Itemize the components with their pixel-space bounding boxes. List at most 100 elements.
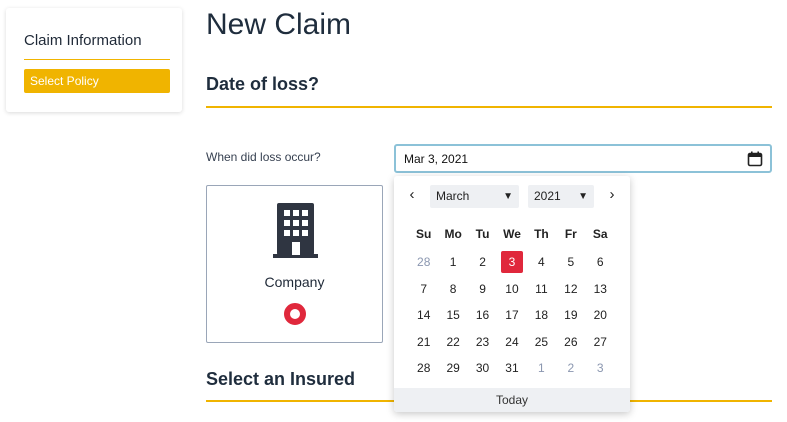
calendar-week-row: 7 8 9 10 11 12 13 [409, 276, 615, 303]
calendar-day-number: 3 [500, 251, 523, 273]
calendar-day[interactable]: 1 [527, 355, 556, 382]
weekday-label: Mo [444, 227, 462, 241]
calendar-week-row: 28 1 2 3 4 5 6 [409, 249, 615, 276]
weekday-label: Su [416, 227, 432, 241]
next-month-icon[interactable]: › [604, 187, 620, 203]
calendar-day-number: 20 [593, 308, 607, 322]
calendar-day-number: 14 [417, 308, 431, 322]
calendar-day[interactable]: 7 [409, 276, 438, 303]
calendar-day-number: 10 [505, 281, 519, 296]
calendar-day[interactable]: 11 [527, 276, 556, 303]
calendar-day-number: 3 [596, 361, 604, 375]
calendar-day-number: 2 [479, 255, 486, 269]
weekday-label: Th [534, 227, 549, 241]
calendar-day[interactable]: 17 [497, 302, 526, 329]
calendar-day[interactable]: 25 [527, 329, 556, 356]
calendar-day[interactable]: 6 [586, 249, 615, 276]
calendar-week-row: 28 29 30 31 1 2 3 [409, 355, 615, 382]
select-insured-heading: Select an Insured [206, 369, 356, 389]
year-select[interactable]: 2021 ▼ [528, 185, 594, 208]
calendar-day[interactable]: 28 [409, 355, 438, 382]
page-title: New Claim [206, 8, 352, 41]
chevron-down-icon: ▼ [503, 191, 513, 202]
weekday-label: We [503, 227, 521, 241]
calendar-day[interactable]: 18 [527, 302, 556, 329]
calendar-day-number: 17 [505, 308, 519, 322]
calendar-day-number: 21 [417, 334, 431, 349]
calendar-day[interactable]: 9 [468, 276, 497, 303]
calendar-day-number: 28 [417, 255, 431, 269]
calendar-icon[interactable] [747, 151, 763, 167]
weekday-label: Fr [564, 227, 577, 241]
previous-month-icon[interactable]: ‹ [404, 187, 420, 203]
calendar-day-number: 8 [449, 281, 457, 296]
calendar-day-number: 26 [564, 334, 578, 349]
calendar-day-number: 1 [538, 361, 545, 375]
select-policy-button[interactable]: Select Policy [24, 69, 170, 93]
weekday-header: Su Mo Tu We Th Fr Sa [409, 227, 615, 241]
calendar-day[interactable]: 2 [556, 355, 585, 382]
weekday-label: Tu [475, 227, 490, 241]
calendar-day[interactable]: 5 [556, 249, 585, 276]
calendar-day-number: 24 [505, 334, 519, 349]
calendar-day[interactable]: 30 [468, 355, 497, 382]
calendar-day[interactable]: 22 [438, 329, 467, 356]
calendar-day-number: 6 [596, 255, 604, 269]
calendar-day[interactable]: 14 [409, 302, 438, 329]
calendar-week-row: 14 15 16 17 18 19 20 [409, 302, 615, 329]
calendar-day-number: 30 [475, 361, 490, 375]
datepicker-popup: ‹ March ▼ 2021 ▼ › Su Mo Tu We Th Fr Sa … [394, 176, 630, 412]
calendar-day[interactable]: 2 [468, 249, 497, 276]
calendar-day[interactable]: 8 [438, 276, 467, 303]
loss-date-value: Mar 3, 2021 [404, 152, 469, 166]
calendar-day-number: 31 [505, 361, 519, 375]
calendar-day[interactable]: 16 [468, 302, 497, 329]
radio-selected-icon[interactable] [284, 303, 306, 325]
calendar-day-number: 28 [417, 361, 431, 375]
calendar-day[interactable]: 4 [527, 249, 556, 276]
claim-sidebar: Claim Information Select Policy [6, 8, 182, 112]
date-of-loss-divider [206, 106, 772, 108]
insured-option-company[interactable]: Company [206, 185, 383, 343]
company-label: Company [264, 274, 325, 290]
today-button[interactable]: Today [394, 388, 630, 412]
calendar-day-number: 19 [564, 308, 578, 322]
calendar-day[interactable]: 1 [438, 249, 467, 276]
calendar-day[interactable]: 29 [438, 355, 467, 382]
month-select[interactable]: March ▼ [430, 185, 519, 208]
loss-date-input[interactable]: Mar 3, 2021 [394, 144, 772, 173]
calendar-day-number: 12 [564, 281, 578, 296]
calendar-day-number: 15 [446, 308, 460, 322]
calendar-day-number: 13 [593, 281, 607, 296]
date-of-loss-heading: Date of loss? [206, 74, 320, 94]
building-icon [273, 203, 318, 258]
loss-date-label: When did loss occur? [206, 150, 321, 164]
chevron-down-icon: ▼ [578, 191, 588, 202]
calendar-day[interactable]: 23 [468, 329, 497, 356]
calendar-day-number: 22 [446, 334, 460, 349]
calendar-day[interactable]: 13 [586, 276, 615, 303]
calendar-day-number: 2 [567, 361, 575, 375]
calendar-day[interactable]: 26 [556, 329, 585, 356]
calendar-day-number: 25 [534, 334, 549, 349]
calendar-day-number: 16 [475, 308, 490, 322]
calendar-day[interactable]: 3 [586, 355, 615, 382]
calendar-day[interactable]: 21 [409, 329, 438, 356]
calendar-day-number: 11 [535, 281, 548, 296]
calendar-day-number: 9 [479, 281, 486, 296]
calendar-day[interactable]: 15 [438, 302, 467, 329]
weekday-label: Sa [592, 227, 608, 241]
calendar-day-number: 1 [449, 255, 457, 269]
calendar-day[interactable]: 12 [556, 276, 585, 303]
calendar-day[interactable]: 19 [556, 302, 585, 329]
calendar-day[interactable]: 31 [497, 355, 526, 382]
calendar-day[interactable]: 28 [409, 249, 438, 276]
calendar-day[interactable]: 24 [497, 329, 526, 356]
calendar-day[interactable]: 10 [497, 276, 526, 303]
calendar-day[interactable]: 27 [586, 329, 615, 356]
calendar-day-number: 27 [593, 334, 607, 349]
year-select-value: 2021 [534, 189, 561, 203]
calendar-day[interactable]: 20 [586, 302, 615, 329]
calendar-day-selected[interactable]: 3 [497, 249, 526, 276]
calendar-day-number: 5 [567, 255, 575, 269]
